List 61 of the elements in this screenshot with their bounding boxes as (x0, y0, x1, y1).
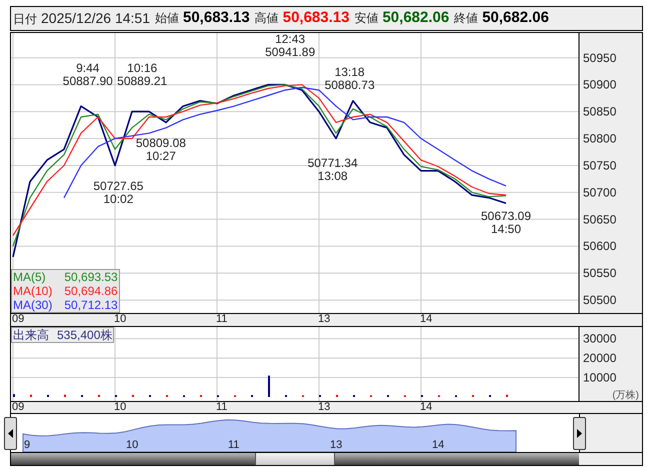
scrollbar-corner (579, 453, 642, 465)
axis-tick-label: 50600 (583, 239, 616, 254)
axis-tick-label: 20000 (583, 351, 616, 366)
time-axis-label: 09 (12, 314, 24, 325)
field-value: 50,683.13 (282, 8, 350, 28)
annotation-label: 9:44 50887.90 (62, 62, 113, 88)
axis-tick-label: 50800 (583, 132, 616, 146)
field-label: 高値 (254, 10, 279, 28)
field-label: 安値 (354, 10, 378, 28)
axis-tick-label: 50750 (583, 158, 616, 172)
legend-value: 50,693.53 (64, 270, 118, 284)
scrollbar-thumb[interactable] (255, 453, 335, 465)
axis-tick-label: 30000 (583, 332, 616, 346)
legend-value: 535,400株 (57, 328, 112, 342)
legend-name: MA(30) (13, 298, 52, 312)
field-value: 2025/12/26 14:51 (41, 9, 150, 28)
time-axis-label: 09 (12, 402, 24, 413)
time-axis-label: 11 (216, 314, 228, 325)
field-value: 50,682.06 (382, 8, 450, 28)
time-axis-label: 10 (114, 402, 126, 413)
legend-value: 50,712.13 (64, 298, 118, 312)
axis-tick-label: 50700 (583, 185, 616, 200)
annotation-label: 50771.34 13:08 (308, 156, 358, 183)
field-value: 50,682.06 (482, 8, 549, 28)
annotation-label: 13:18 50880.73 (324, 66, 375, 92)
field-value: 50,683.13 (183, 8, 250, 28)
scroll-right-button[interactable] (573, 417, 586, 450)
navigator-label: 9 (24, 439, 30, 451)
navigator-label: 14 (432, 439, 444, 451)
unit-label: (万株) (612, 390, 639, 401)
legend-name: MA(5) (13, 270, 46, 284)
time-axis-label: 13 (318, 314, 330, 325)
right-arrow-icon (577, 429, 582, 438)
legend-name: 出来高 (13, 328, 49, 342)
axis-tick-label: 50900 (583, 78, 616, 92)
scroll-left-button[interactable] (4, 417, 17, 450)
axis-tick-label: 50500 (583, 293, 616, 308)
navigator-label: 11 (228, 439, 240, 451)
time-axis-label: 10 (114, 314, 126, 325)
annotation-label: 10:16 50889.21 (117, 62, 168, 88)
annotation-label: 50809.08 10:27 (136, 136, 186, 163)
time-axis-label: 11 (216, 402, 228, 413)
left-arrow-icon (8, 429, 13, 438)
annotation-label: 50673.09 14:50 (480, 210, 532, 236)
legend-value: 50,694.86 (64, 284, 118, 298)
field-label: 終値 (454, 10, 478, 28)
axis-tick-label: 50650 (583, 212, 616, 226)
annotation-label: 50727.65 10:02 (93, 180, 144, 206)
axis-tick-label: 50550 (583, 266, 616, 280)
annotation-label: 12:43 50941.89 (265, 33, 316, 60)
axis-tick-label: 50850 (583, 104, 616, 119)
time-axis-label: 14 (420, 402, 432, 413)
time-axis-label: 13 (318, 402, 330, 413)
field-label: 始値 (155, 10, 179, 28)
legend-name: MA(10) (13, 284, 52, 298)
navigator-label: 13 (330, 439, 342, 451)
field-label: 日付 (13, 11, 37, 28)
axis-tick-label: 10000 (583, 370, 616, 385)
navigator-label: 10 (126, 439, 138, 451)
time-axis-label: 14 (420, 314, 432, 325)
axis-tick-label: 50950 (583, 50, 616, 65)
